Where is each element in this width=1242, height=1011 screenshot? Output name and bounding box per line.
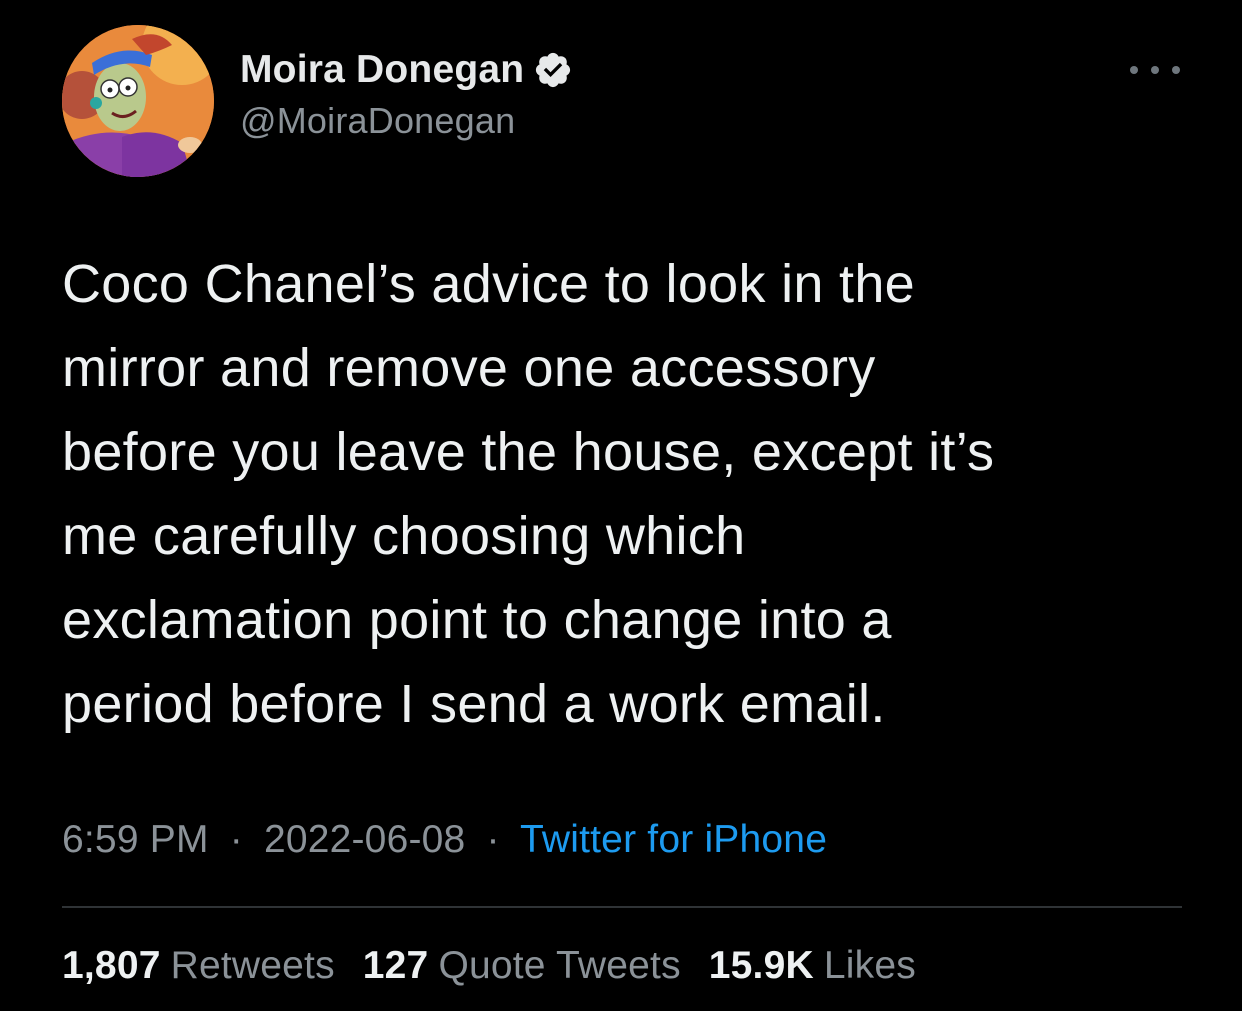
quote-tweets-stat[interactable]: 127 Quote Tweets xyxy=(363,944,681,988)
tweet-text-line: Coco Chanel’s advice to look in the xyxy=(62,254,916,314)
retweets-label: Retweets xyxy=(170,944,335,987)
divider xyxy=(62,906,1182,908)
tweet-source-link[interactable]: Twitter for iPhone xyxy=(520,818,827,861)
tweet-text-line: before you leave the house, except it’s xyxy=(62,422,995,482)
tweet-meta: 6:59 PM · 2022-06-08 · Twitter for iPhon… xyxy=(62,818,827,862)
likes-label: Likes xyxy=(823,944,916,987)
tweet-text-line: me carefully choosing which xyxy=(62,506,746,566)
tweet-text-line: mirror and remove one accessory xyxy=(62,338,876,398)
more-dot xyxy=(1151,66,1159,74)
retweets-count: 1,807 xyxy=(62,944,161,987)
author-handle[interactable]: @MoiraDonegan xyxy=(240,100,515,142)
more-dot xyxy=(1130,66,1138,74)
tweet-text-line: period before I send a work email. xyxy=(62,674,886,734)
more-options-icon[interactable] xyxy=(1130,60,1180,80)
quote-tweets-label: Quote Tweets xyxy=(438,944,681,987)
tweet-time[interactable]: 6:59 PM xyxy=(62,818,209,861)
meta-separator: · xyxy=(229,818,243,861)
tweet-text-line: exclamation point to change into a xyxy=(62,590,892,650)
cartoon-avatar-icon xyxy=(62,25,214,177)
tweet-stats: 1,807 Retweets 127 Quote Tweets 15.9K Likes xyxy=(62,944,944,988)
more-dot xyxy=(1172,66,1180,74)
tweet-date[interactable]: 2022-06-08 xyxy=(264,818,466,861)
likes-stat[interactable]: 15.9K Likes xyxy=(709,944,916,988)
verified-badge-icon xyxy=(533,50,573,90)
meta-separator: · xyxy=(486,818,500,861)
avatar[interactable] xyxy=(62,25,214,177)
author-display-name[interactable]: Moira Donegan xyxy=(240,48,524,92)
tweet-detail: Moira Donegan @MoiraDonegan Coco Chanel’… xyxy=(0,0,1242,1011)
author-name-row[interactable]: Moira Donegan xyxy=(240,44,573,96)
likes-count: 15.9K xyxy=(708,944,814,987)
tweet-text: Coco Chanel’s advice to look in the mirr… xyxy=(62,242,1202,746)
retweets-stat[interactable]: 1,807 Retweets xyxy=(62,944,335,988)
quote-tweets-count: 127 xyxy=(362,944,429,987)
